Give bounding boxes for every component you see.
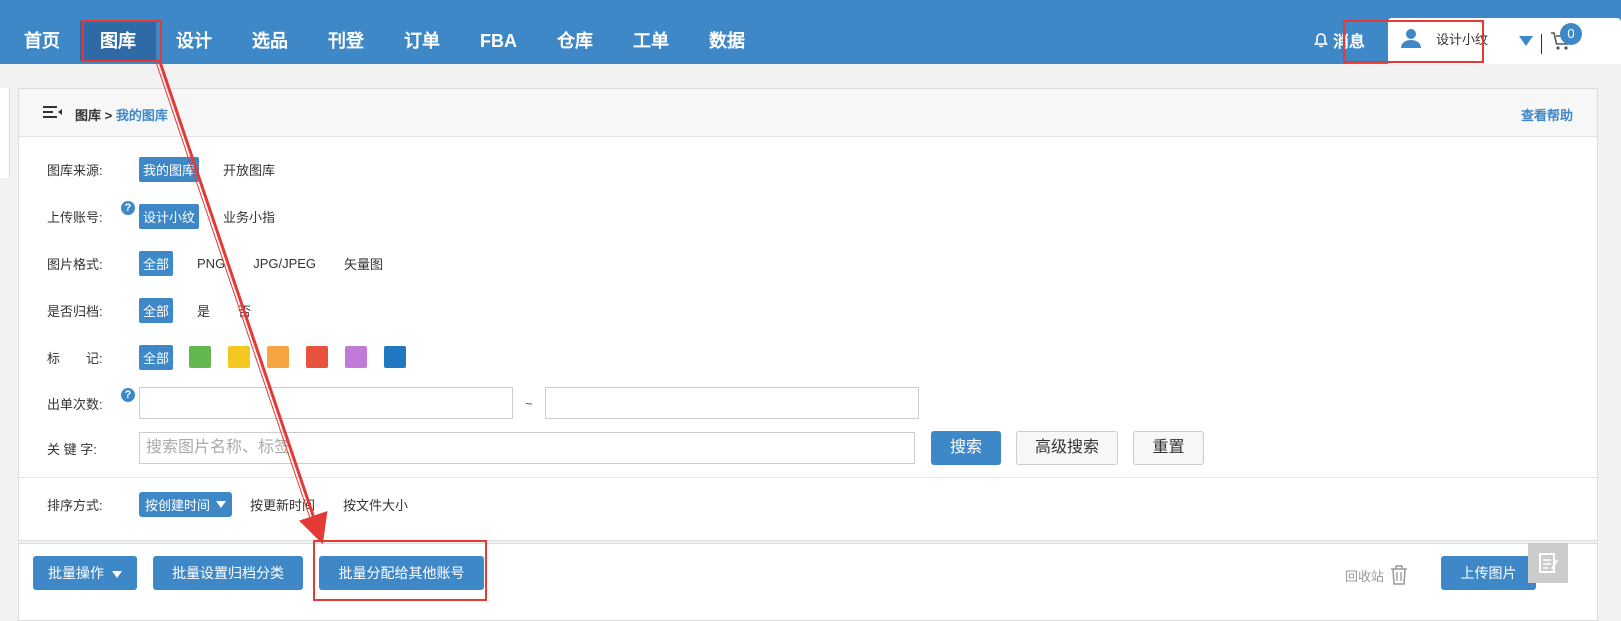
sort-option-updated[interactable]: 按更新时间 [246,492,319,517]
nav-item-design[interactable]: 设计 [156,21,232,61]
sort-option-size[interactable]: 按文件大小 [339,492,412,517]
sort-row: 排序方式: 按创建时间 按更新时间 按文件大小 [47,490,432,518]
edit-note-icon [1539,553,1558,573]
sort-selected-label: 按创建时间 [145,497,211,513]
account-option-1[interactable]: 设计小纹 [139,203,200,229]
nav-item-orders[interactable]: 订单 [384,21,460,61]
reset-button[interactable]: 重置 [1133,431,1204,465]
format-option-jpg[interactable]: JPG/JPEG [249,253,320,274]
messages-link[interactable]: 消息 [1313,28,1365,52]
format-option-vector[interactable]: 矢量图 [340,251,387,276]
batch-assign-button[interactable]: 批量分配给其他账号 [319,556,484,590]
user-menu[interactable]: 设计小纹 [1400,28,1488,48]
nav-item-fba[interactable]: FBA [460,21,537,61]
filter-source-row: 图库来源: 我的图库 开放图库 [47,155,299,183]
orders-max-input[interactable] [544,387,919,419]
breadcrumb: 图库 > 我的图库 [75,105,168,124]
breadcrumb-root[interactable]: 图库 [75,108,101,123]
help-link[interactable]: 查看帮助 [1521,105,1573,124]
filter-account-label: 上传账号: ? [47,200,139,226]
nav-item-data[interactable]: 数据 [689,21,765,61]
keyword-search-input[interactable]: 搜索图片名称、标签 [139,432,915,464]
recycle-bin-label: 回收站 [1345,568,1385,584]
mark-color-green[interactable] [189,346,212,368]
action-toolbar: 批量操作 批量设置归档分类 批量分配给其他账号 回收站 上传图片 [18,543,1598,621]
range-separator: ~ [525,395,533,411]
batch-archive-button[interactable]: 批量设置归档分类 [153,556,303,590]
user-name: 设计小纹 [1436,31,1489,47]
filter-account-label-text: 上传账号: [47,209,103,225]
format-option-png[interactable]: PNG [193,253,229,274]
chevron-down-icon[interactable] [1519,36,1533,46]
archived-option-all[interactable]: 全部 [139,297,174,323]
filter-orders-label: 出单次数: ? [47,387,139,413]
filter-format-label: 图片格式: [47,256,103,272]
breadcrumb-separator: > [101,108,116,123]
menu-collapse-icon[interactable] [43,104,63,120]
search-button[interactable]: 搜索 [931,431,1001,465]
nav-item-warehouse[interactable]: 仓库 [537,21,613,61]
sort-by-created-dropdown[interactable]: 按创建时间 [139,491,233,517]
messages-label: 消息 [1333,34,1366,51]
batch-operations-label: 批量操作 [48,565,105,581]
left-sidebar-edge [0,88,10,178]
advanced-search-button[interactable]: 高级搜索 [1016,431,1118,465]
mark-option-all[interactable]: 全部 [139,344,174,370]
filter-orders-row: 出单次数: ? ~ [47,387,919,419]
filter-archived-label: 是否归档: [47,303,103,319]
filter-panel: 图库 > 我的图库 查看帮助 图库来源: 我的图库 开放图库 上传账号: ? 设… [18,88,1598,541]
trash-icon [1391,565,1408,585]
account-option-2[interactable]: 业务小指 [219,204,279,229]
source-option-my-gallery[interactable]: 我的图库 [139,156,200,182]
format-option-all[interactable]: 全部 [139,250,174,276]
orders-min-input[interactable] [139,387,513,419]
nav-item-home[interactable]: 首页 [0,21,80,61]
filter-orders-label-text: 出单次数: [47,396,103,412]
divider [1541,34,1542,54]
upload-image-button[interactable]: 上传图片 [1441,556,1536,590]
nav-item-product-selection[interactable]: 选品 [232,21,308,61]
filter-mark-row: 标 记: 全部 [47,343,423,371]
feedback-float-button[interactable] [1528,543,1568,583]
caret-down-icon [111,570,122,578]
sort-bar: 排序方式: 按创建时间 按更新时间 按文件大小 [19,477,1597,529]
bell-icon [1313,33,1329,48]
caret-down-icon [216,500,227,508]
filter-archived-row: 是否归档: 全部 是 否 [47,296,275,324]
mark-color-orange[interactable] [267,346,290,368]
mark-color-red[interactable] [306,346,329,368]
help-question-icon[interactable]: ? [121,387,135,402]
filter-keyword-label: 关 键 字: [47,441,97,457]
top-navigation-bar: 首页 图库 设计 选品 刊登 订单 FBA 仓库 工单 数据 消息 设计小纹 0 [0,0,1621,64]
filter-keyword-row: 关 键 字: 搜索图片名称、标签 搜索 高级搜索 重置 [47,431,1204,465]
user-icon [1401,29,1421,48]
user-box: 设计小纹 0 [1388,18,1621,64]
nav-item-listing[interactable]: 刊登 [308,21,384,61]
breadcrumb-current: 我的图库 [115,108,168,123]
panel-header: 图库 > 我的图库 查看帮助 [19,89,1597,137]
main-nav: 首页 图库 设计 选品 刊登 订单 FBA 仓库 工单 数据 [0,0,765,64]
recycle-bin-link[interactable]: 回收站 [1345,564,1408,586]
batch-operations-button[interactable]: 批量操作 [33,556,137,590]
archived-option-no[interactable]: 否 [234,298,255,323]
nav-item-gallery[interactable]: 图库 [80,21,156,61]
mark-color-purple[interactable] [345,346,368,368]
filter-source-label: 图库来源: [47,162,103,178]
filter-format-row: 图片格式: 全部 PNG JPG/JPEG 矢量图 [47,249,407,277]
source-option-open-gallery[interactable]: 开放图库 [219,157,279,182]
archived-option-yes[interactable]: 是 [193,298,214,323]
filter-account-row: 上传账号: ? 设计小纹 业务小指 [47,200,299,230]
nav-item-tickets[interactable]: 工单 [613,21,689,61]
mark-color-yellow[interactable] [228,346,251,368]
cart-count-badge: 0 [1560,23,1582,45]
help-question-icon[interactable]: ? [121,200,135,215]
filter-mark-label: 标 记: [47,350,103,366]
mark-color-blue[interactable] [384,346,407,368]
sort-label: 排序方式: [47,497,103,513]
